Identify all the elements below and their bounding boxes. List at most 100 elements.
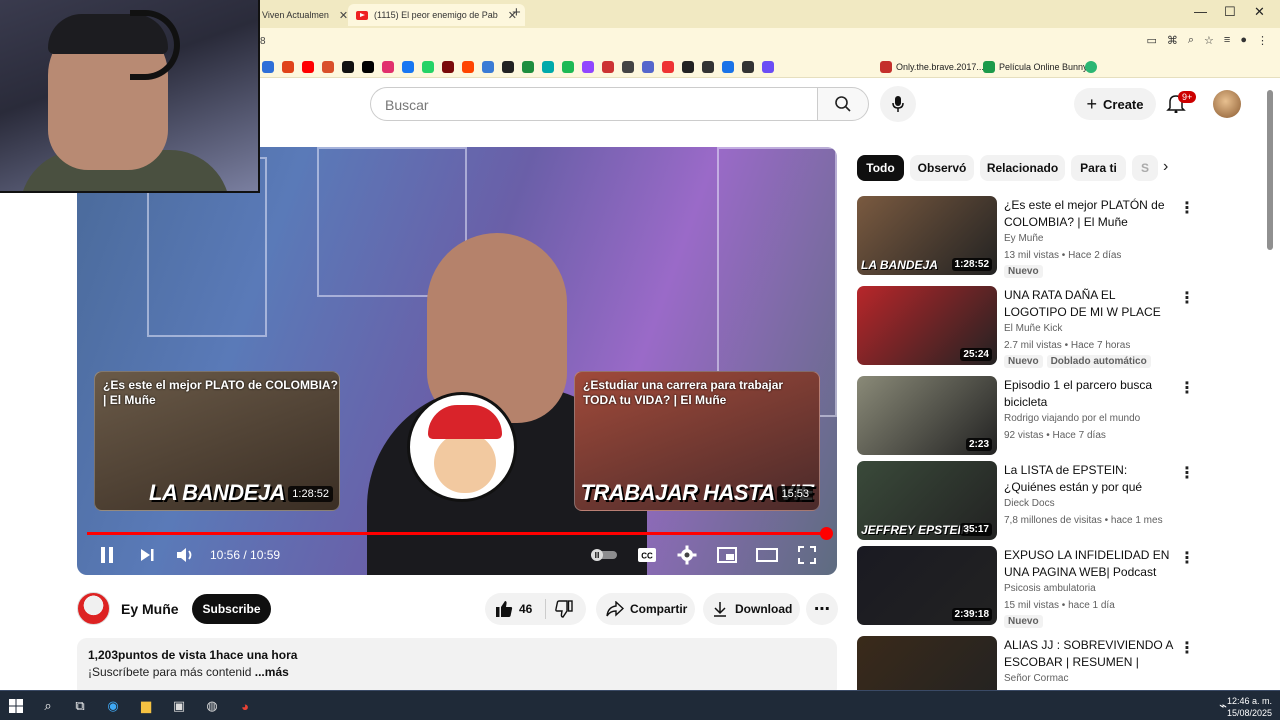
recommended-video[interactable]: 2:23 Episodio 1 el parcero busca biciclet… <box>857 376 1197 456</box>
bookmark-icon[interactable] <box>742 61 754 73</box>
windows-start-icon[interactable] <box>8 698 24 714</box>
next-button[interactable] <box>135 543 159 567</box>
cast-icon[interactable]: ▭ <box>1146 34 1156 47</box>
captions-button[interactable]: CC <box>635 543 659 567</box>
share-button[interactable]: Compartir <box>596 593 695 625</box>
bookmark-icon[interactable] <box>702 61 714 73</box>
star-icon[interactable]: ☆ <box>1204 34 1214 47</box>
profile-icon[interactable]: ● <box>1240 34 1247 47</box>
chip-observo[interactable]: Observó <box>910 155 974 181</box>
miniplayer-button[interactable] <box>715 543 739 567</box>
translate-icon[interactable]: ⌘ <box>1167 34 1178 47</box>
video-title[interactable]: ALIAS JJ : SOBREVIVIENDO A ESCOBAR | RES… <box>1004 637 1180 671</box>
fullscreen-button[interactable] <box>795 543 819 567</box>
bookmark-icon[interactable] <box>622 61 634 73</box>
more-vertical-icon[interactable]: ⋮ <box>1179 198 1195 218</box>
voice-search-button[interactable] <box>880 86 916 122</box>
bookmark-icon[interactable] <box>762 61 774 73</box>
bookmark-icon[interactable] <box>482 61 494 73</box>
url-field[interactable]: 8 <box>260 36 266 47</box>
settings-button[interactable] <box>675 543 699 567</box>
playlist-icon[interactable]: ≡ <box>1224 34 1230 47</box>
video-channel[interactable]: El Muñe Kick <box>1004 323 1062 334</box>
search-input[interactable]: Buscar <box>385 97 429 113</box>
channel-avatar[interactable] <box>77 592 110 625</box>
bookmark-icon[interactable] <box>682 61 694 73</box>
video-title[interactable]: Episodio 1 el parcero busca bicicleta <box>1004 377 1180 411</box>
video-channel[interactable]: Señor Cormac <box>1004 673 1068 684</box>
more-actions-button[interactable]: ⋯ <box>806 593 838 625</box>
bookmark-icon[interactable] <box>382 61 394 73</box>
download-button[interactable]: Download <box>703 593 800 625</box>
video-channel[interactable]: Rodrigo viajando por el mundo <box>1004 413 1140 424</box>
bookmark-icon[interactable] <box>302 61 314 73</box>
video-thumbnail[interactable]: LA BANDEJA 1:28:52 <box>857 196 997 275</box>
bookmark-icon[interactable] <box>462 61 474 73</box>
show-more-link[interactable]: ...más <box>255 665 289 679</box>
subscribe-button[interactable]: Subscribe <box>192 594 271 624</box>
channel-name[interactable]: Ey Muñe <box>121 601 179 617</box>
chip-para-ti[interactable]: Para ti <box>1071 155 1126 181</box>
minimize-icon[interactable]: — <box>1194 4 1207 19</box>
bookmark-icon[interactable] <box>642 61 654 73</box>
close-icon[interactable]: ✕ <box>339 9 348 22</box>
pause-button[interactable] <box>95 543 119 567</box>
bookmark-icon[interactable] <box>502 61 514 73</box>
chip-partial[interactable]: S <box>1132 155 1158 181</box>
bookmark-icon[interactable] <box>722 61 734 73</box>
search-icon[interactable]: ⌕ <box>40 698 56 714</box>
theater-mode-button[interactable] <box>755 543 779 567</box>
create-button[interactable]: + Create <box>1074 88 1156 120</box>
more-vertical-icon[interactable]: ⋮ <box>1179 463 1195 483</box>
bookmark-icon[interactable] <box>282 61 294 73</box>
recommended-video[interactable]: JEFFREY EPSTEIN 35:17 La LISTA de EPSTEIN:… <box>857 461 1197 541</box>
bookmark-icon[interactable] <box>422 61 434 73</box>
recommended-video[interactable]: 2:39:18 EXPUSO LA INFIDELIDAD EN UNA PAGI… <box>857 546 1197 628</box>
progress-bar[interactable] <box>87 527 833 540</box>
more-vertical-icon[interactable]: ⋮ <box>1179 548 1195 568</box>
edge-icon[interactable]: ◉ <box>105 698 121 714</box>
account-avatar[interactable] <box>1213 90 1241 118</box>
bookmark-icon[interactable] <box>442 61 454 73</box>
new-tab-button[interactable]: + <box>512 4 521 21</box>
video-title[interactable]: ¿Es este el mejor PLATÓN de COLOMBIA? | … <box>1004 197 1180 231</box>
bookmark-icon[interactable] <box>402 61 414 73</box>
obs-icon[interactable]: ◍ <box>204 698 220 714</box>
search-button[interactable] <box>817 87 869 121</box>
chrome-icon[interactable]: ◕ <box>237 698 253 714</box>
bookmark-icon[interactable] <box>1085 61 1097 73</box>
endscreen-video-card[interactable]: ¿Estudiar una carrera para trabajar TODA… <box>574 371 820 511</box>
close-window-icon[interactable]: ✕ <box>1254 4 1265 20</box>
chevron-right-icon[interactable]: › <box>1163 158 1168 176</box>
chip-todo[interactable]: Todo <box>857 155 904 181</box>
chip-relacionado[interactable]: Relacionado <box>980 155 1065 181</box>
bookmark-item[interactable]: Only.the.brave.2017.... <box>880 61 986 73</box>
browser-tab-active[interactable]: (1115) El peor enemigo de Pab ✕ <box>348 4 525 26</box>
maximize-icon[interactable]: ☐ <box>1224 4 1236 20</box>
bookmark-icon[interactable] <box>522 61 534 73</box>
search-box[interactable]: Buscar <box>370 87 818 121</box>
autoplay-toggle[interactable] <box>589 543 619 567</box>
more-vertical-icon[interactable]: ⋮ <box>1179 288 1195 308</box>
description-box[interactable]: 1,203puntos de vista 1hace una hora ¡Sus… <box>77 638 837 698</box>
dislike-button[interactable] <box>555 600 573 621</box>
bookmark-icon[interactable] <box>342 61 354 73</box>
menu-icon[interactable]: ⋮ <box>1257 34 1268 47</box>
bookmark-icon[interactable] <box>322 61 334 73</box>
video-title[interactable]: EXPUSO LA INFIDELIDAD EN UNA PAGINA WEB|… <box>1004 547 1180 581</box>
bookmark-icon[interactable] <box>662 61 674 73</box>
recommended-video[interactable]: 25:24 UNA RATA DAÑA EL LOGOTIPO DE MI W P… <box>857 286 1197 368</box>
video-channel[interactable]: Ey Muñe <box>1004 233 1043 244</box>
volume-button[interactable] <box>173 543 197 567</box>
progress-scrubber[interactable] <box>819 527 833 540</box>
video-title[interactable]: UNA RATA DAÑA EL LOGOTIPO DE MI W PLACE … <box>1004 287 1180 321</box>
bookmark-icon[interactable] <box>582 61 594 73</box>
store-icon[interactable]: ▣ <box>171 698 187 714</box>
video-player[interactable]: ¿Es este el mejor PLATO de COLOMBIA? | E… <box>77 147 837 575</box>
video-thumbnail[interactable]: 2:23 <box>857 376 997 455</box>
bookmark-icon[interactable] <box>562 61 574 73</box>
system-clock[interactable]: 12:46 a. m. 15/08/2025 <box>1227 695 1272 719</box>
task-view-icon[interactable]: ⧉ <box>72 698 88 714</box>
bookmark-item[interactable]: Película Online Bunny <box>983 61 1088 73</box>
more-vertical-icon[interactable]: ⋮ <box>1179 638 1195 658</box>
